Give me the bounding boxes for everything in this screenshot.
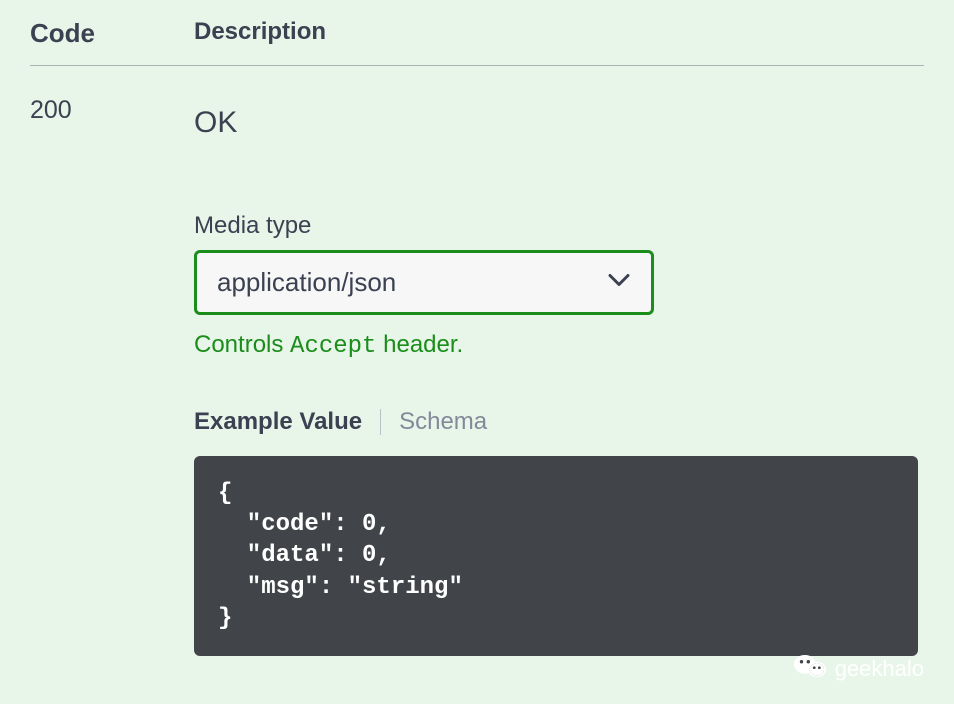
media-type-select[interactable]: application/json — [194, 250, 654, 315]
example-code-block: { "code": 0, "data": 0, "msg": "string" … — [194, 456, 918, 656]
response-row: 200 OK Media type application/json Contr… — [30, 66, 924, 656]
watermark-label: geekhalo — [835, 656, 924, 682]
media-type-label: Media type — [194, 212, 924, 240]
tab-example-value[interactable]: Example Value — [194, 408, 362, 436]
header-code-column: Code — [30, 18, 194, 49]
wechat-icon — [793, 652, 827, 686]
status-code: 200 — [30, 92, 194, 656]
status-text: OK — [194, 106, 924, 140]
example-json: { "code": 0, "data": 0, "msg": "string" … — [218, 478, 894, 634]
example-tabs: Example Value Schema — [194, 408, 924, 436]
header-description-column: Description — [194, 18, 326, 49]
tab-schema[interactable]: Schema — [399, 408, 487, 436]
controls-accept-hint: Controls Accept header. — [194, 331, 924, 360]
watermark: geekhalo — [793, 652, 924, 686]
tab-divider — [380, 409, 381, 435]
response-table-header: Code Description — [30, 18, 924, 66]
